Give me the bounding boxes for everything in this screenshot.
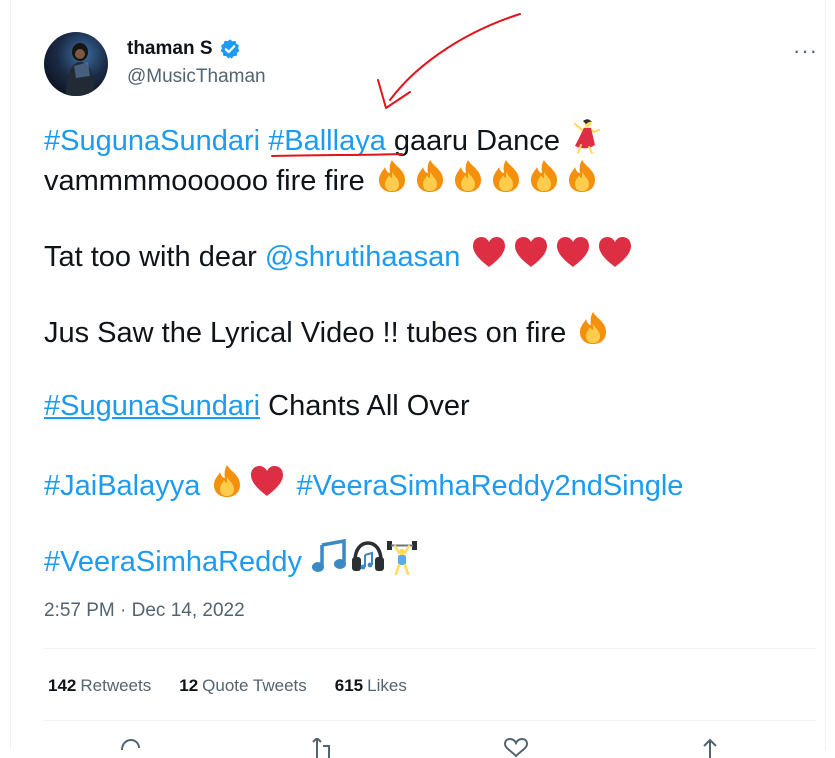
- reply-icon[interactable]: [116, 738, 144, 758]
- avatar[interactable]: [44, 32, 108, 96]
- quotes-count: 12: [179, 676, 199, 695]
- divider: [44, 648, 816, 649]
- retweet-icon[interactable]: [307, 738, 335, 758]
- author-username[interactable]: @MusicThaman: [127, 66, 266, 88]
- display-name-text[interactable]: thaman S: [127, 38, 213, 60]
- tweet-line-5: #SugunaSundari Chants All Over: [44, 386, 470, 426]
- fire-emoji: [449, 158, 487, 194]
- red-heart-emoji: [594, 234, 636, 270]
- tweet-line-4: Jus Saw the Lyrical Video !! tubes on fi…: [44, 310, 612, 353]
- fire-emoji: [574, 310, 612, 346]
- fire-emoji: [411, 158, 449, 194]
- divider: [44, 720, 816, 721]
- author-display-name[interactable]: thaman S: [127, 38, 241, 60]
- tweet-line-3: Tat too with dear @shrutihaasan: [44, 234, 636, 277]
- hashtag-link[interactable]: #VeeraSimhaReddy: [44, 546, 302, 578]
- tweet-text-segment: Chants All Over: [260, 390, 470, 422]
- fire-emoji: [373, 158, 411, 194]
- hashtag-link[interactable]: #VeeraSimhaReddy2ndSingle: [297, 470, 684, 502]
- likes-label: Likes: [367, 676, 407, 695]
- more-options-icon[interactable]: ···: [793, 38, 818, 64]
- action-bar: [11, 738, 825, 758]
- fire-emoji-group: [373, 165, 601, 197]
- tweet-line-2: vammmmoooooo fire fire: [44, 158, 601, 201]
- tweet-text-segment: vammmmoooooo fire fire: [44, 165, 373, 197]
- retweets-label: Retweets: [80, 676, 152, 695]
- likes-count: 615: [334, 676, 364, 695]
- share-icon[interactable]: [696, 738, 724, 758]
- verified-badge-icon: [219, 38, 241, 60]
- red-heart-emoji: [552, 234, 594, 270]
- headphone-emoji: [350, 539, 386, 586]
- mention-link[interactable]: @shrutihaasan: [265, 241, 461, 273]
- retweets-stat[interactable]: 142 Retweets: [48, 676, 151, 696]
- like-icon[interactable]: [502, 738, 530, 758]
- red-heart-emoji: [510, 234, 552, 270]
- quotes-label: Quote Tweets: [202, 676, 307, 695]
- likes-stat[interactable]: 615 Likes: [335, 676, 407, 696]
- hashtag-link[interactable]: #Balllaya: [268, 125, 386, 157]
- hashtag-link[interactable]: #JaiBalayya: [44, 470, 200, 502]
- hashtag-link[interactable]: #SugunaSundari: [44, 390, 260, 422]
- fire-emoji: [487, 158, 525, 194]
- fire-emoji: [208, 463, 246, 499]
- fire-emoji: [525, 158, 563, 194]
- red-heart-emoji: [468, 234, 510, 270]
- tweet-timestamp[interactable]: 2:57 PM · Dec 14, 2022: [44, 600, 245, 622]
- quote-tweets-stat[interactable]: 12 Quote Tweets: [179, 676, 307, 696]
- retweets-count: 142: [48, 676, 77, 695]
- tweet-text-segment: Jus Saw the Lyrical Video !! tubes on fi…: [44, 317, 575, 349]
- tweet-line-6: #JaiBalayya #VeeraSimhaReddy2ndSingle: [44, 463, 683, 506]
- tweet-text-segment: gaaru Dance: [385, 125, 568, 157]
- weightlifter-emoji: [386, 539, 418, 586]
- fire-emoji: [563, 158, 601, 194]
- hashtag-link[interactable]: #SugunaSundari: [44, 125, 260, 157]
- music-notes-emoji: [310, 538, 350, 586]
- tweet-card: thaman S @MusicThaman ··· #SugunaSundari…: [10, 0, 826, 758]
- red-heart-emoji: [246, 463, 288, 499]
- tweet-text-segment: Tat too with dear: [44, 241, 265, 273]
- tweet-stats: 142 Retweets 12 Quote Tweets 615 Likes: [48, 676, 407, 696]
- heart-emoji-group: [468, 241, 636, 273]
- tweet-line-7: #VeeraSimhaReddy: [44, 538, 418, 586]
